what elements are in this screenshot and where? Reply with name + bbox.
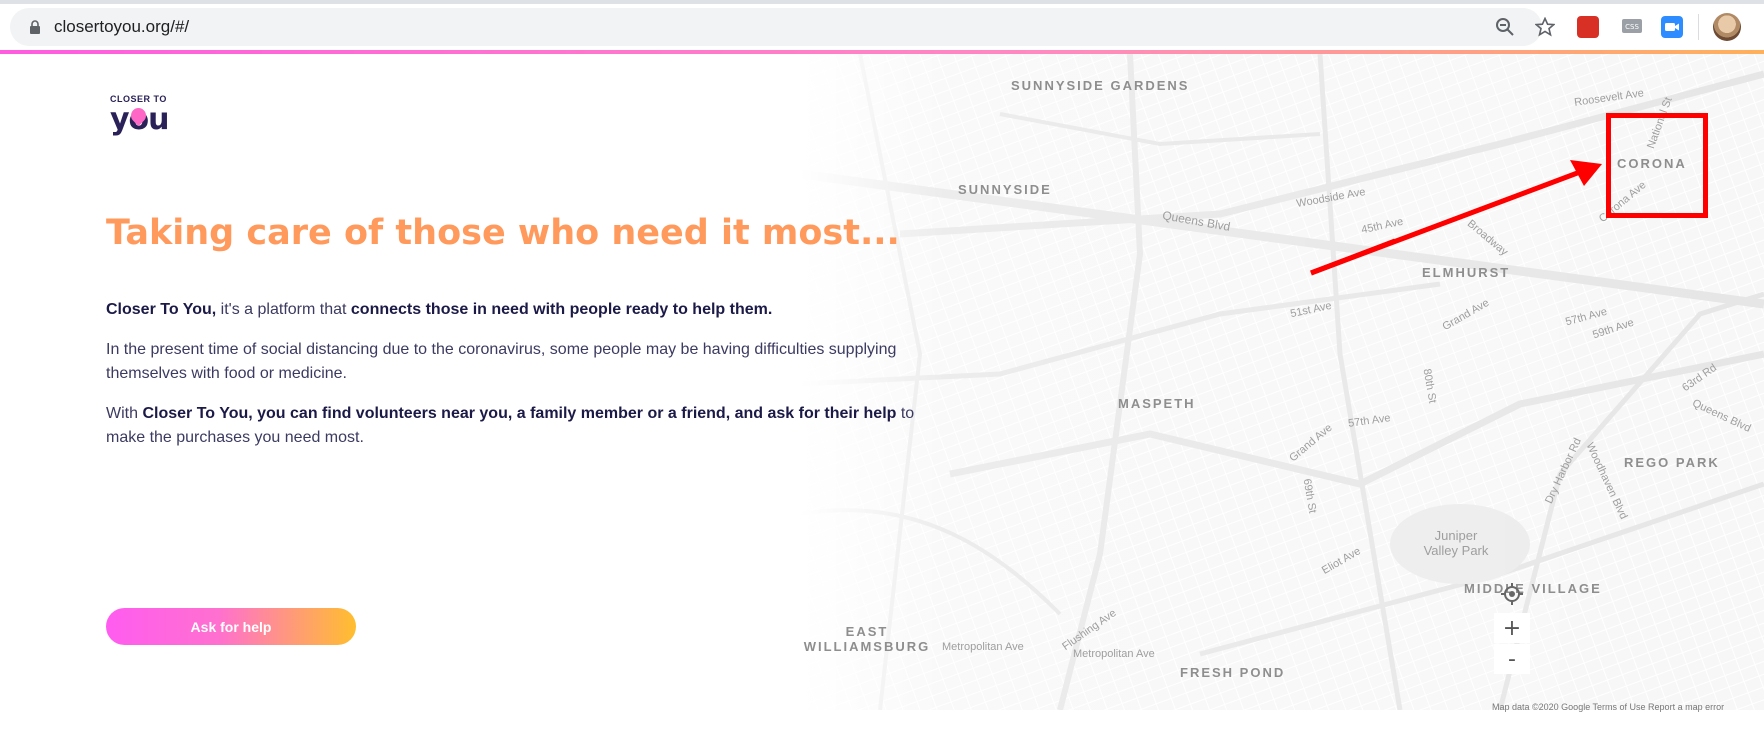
my-location-icon[interactable] (1500, 582, 1524, 606)
bookmark-star-icon[interactable] (1535, 17, 1555, 37)
zoom-in-button[interactable]: + (1494, 613, 1530, 643)
url-text[interactable]: closertoyou.org/#/ (54, 17, 189, 37)
map-label-rego-park: REGO PARK (1624, 455, 1720, 470)
css-extension-icon[interactable]: CSS (1621, 16, 1643, 38)
map-label-east-williamsburg: EAST WILLIAMSBURG (803, 624, 931, 654)
street-label: Metropolitan Ave (942, 641, 1024, 653)
extension-red-icon[interactable] (1577, 16, 1599, 38)
street-label: Metropolitan Ave (1073, 648, 1155, 660)
street-label: Juniper Valley Park (1423, 528, 1489, 558)
page-headline: Taking care of those who need it most... (106, 213, 900, 253)
how-it-works-paragraph: With Closer To You, you can find volunte… (106, 402, 946, 450)
brand-name: Closer To You, (106, 301, 217, 318)
svg-text:CSS: CSS (1625, 23, 1639, 31)
annotation-highlight-box (1606, 113, 1708, 218)
map-label-sunnyside: SUNNYSIDE (958, 182, 1052, 197)
address-bar[interactable]: closertoyou.org/#/ (10, 8, 1555, 46)
how-start: With (106, 405, 143, 422)
intro-paragraph: Closer To You, it's a platform that conn… (106, 298, 946, 322)
zoom-icon[interactable] (1495, 17, 1515, 37)
map-label-fresh-pond: FRESH POND (1180, 665, 1286, 680)
closer-to-you-logo[interactable]: CLOSER TO you (110, 94, 172, 138)
profile-avatar[interactable] (1713, 13, 1741, 41)
zoom-extension-icon[interactable] (1661, 16, 1683, 38)
intro-emphasis: connects those in need with people ready… (350, 301, 773, 318)
map-label-middle-village: MIDDLE VILLAGE (1464, 581, 1602, 596)
browser-toolbar: closertoyou.org/#/ CSS (0, 0, 1764, 53)
zoom-out-button[interactable]: - (1494, 644, 1530, 674)
map-attribution[interactable]: Map data ©2020 Google Terms of Use Repor… (1492, 702, 1724, 712)
how-emphasis: Closer To You, you can find volunteers n… (142, 405, 897, 422)
tab-strip (0, 0, 1764, 4)
map-label-maspeth: MASPETH (1118, 396, 1196, 411)
ask-for-help-button[interactable]: Ask for help (106, 608, 356, 645)
map-label-sunnyside-gardens: SUNNYSIDE GARDENS (1011, 78, 1190, 93)
map-label-elmhurst: ELMHURST (1422, 265, 1511, 280)
intro-text: it's a platform that (216, 301, 351, 318)
context-paragraph: In the present time of social distancing… (106, 341, 897, 382)
toolbar-separator (1698, 14, 1699, 40)
lock-icon (30, 20, 40, 34)
